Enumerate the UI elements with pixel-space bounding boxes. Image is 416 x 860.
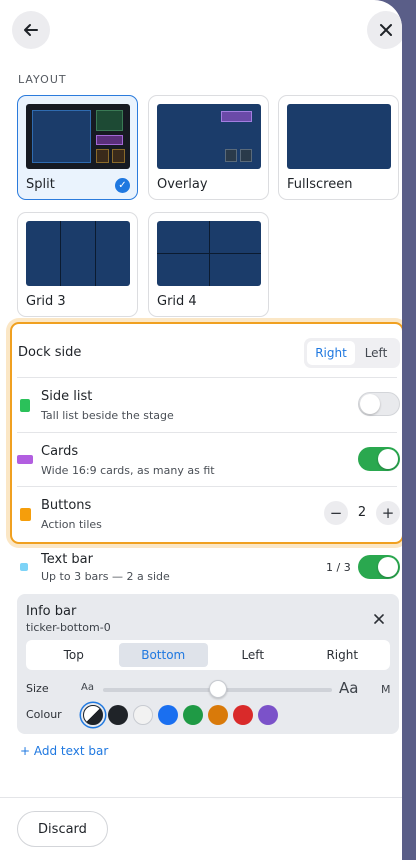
colour-swatch[interactable] — [108, 705, 128, 725]
text-bar-color-swatch — [20, 563, 28, 571]
info-bar-title: Info bar — [26, 604, 77, 619]
layout-option-split[interactable]: Split ✓ — [17, 95, 138, 200]
buttons-color-swatch — [20, 508, 31, 521]
grid-3-thumbnail — [26, 221, 130, 286]
layout-option-label: Fullscreen — [287, 177, 353, 192]
buttons-count: 2 — [357, 505, 367, 520]
layout-option-label: Grid 3 — [26, 294, 66, 309]
fullscreen-thumbnail — [287, 104, 391, 169]
size-value: M — [381, 683, 391, 696]
text-bar-subtitle: Up to 3 bars — 2 a side — [41, 570, 170, 583]
dock-settings-group: Dock side Right Left Side list Tall list… — [10, 322, 402, 544]
colour-swatch-auto[interactable] — [83, 705, 103, 725]
dock-side-label: Dock side — [18, 345, 82, 360]
colour-swatch[interactable] — [208, 705, 228, 725]
text-bar-count: 1 / 3 — [326, 561, 351, 574]
check-icon: ✓ — [115, 178, 130, 193]
dock-side-toggle: Right Left — [304, 338, 400, 368]
grid-4-thumbnail — [157, 221, 261, 286]
colour-swatch[interactable] — [258, 705, 278, 725]
size-label: Size — [26, 682, 49, 695]
layout-option-grid-3[interactable]: Grid 3 — [17, 212, 138, 317]
layout-option-fullscreen[interactable]: Fullscreen — [278, 95, 399, 200]
buttons-subtitle: Action tiles — [41, 518, 102, 531]
colour-label: Colour — [26, 708, 62, 721]
layout-option-overlay[interactable]: Overlay — [148, 95, 269, 200]
size-slider-thumb[interactable] — [208, 680, 227, 698]
cards-color-swatch — [17, 455, 33, 464]
buttons-title: Buttons — [41, 498, 92, 513]
layout-option-label: Grid 4 — [157, 294, 197, 309]
position-left[interactable]: Left — [208, 643, 298, 667]
position-right[interactable]: Right — [298, 643, 388, 667]
size-small-icon: Aa — [81, 682, 94, 693]
dock-side-right[interactable]: Right — [307, 341, 355, 365]
layout-option-label: Split — [26, 177, 55, 192]
colour-swatch[interactable] — [183, 705, 203, 725]
layout-option-grid-4[interactable]: Grid 4 — [148, 212, 269, 317]
section-label: LAYOUT — [18, 73, 67, 86]
arrow-left-icon — [24, 24, 38, 36]
divider — [17, 432, 397, 433]
text-bar-title: Text bar — [41, 552, 93, 567]
divider — [17, 486, 397, 487]
footer-divider — [0, 797, 402, 798]
side-list-color-swatch — [20, 399, 30, 412]
cards-toggle[interactable] — [358, 447, 400, 471]
position-bottom[interactable]: Bottom — [118, 643, 208, 667]
dock-side-left[interactable]: Left — [355, 341, 397, 365]
colour-swatch[interactable] — [158, 705, 178, 725]
x-icon — [374, 614, 384, 624]
position-top[interactable]: Top — [29, 643, 119, 667]
size-large-icon: Aa — [339, 679, 359, 697]
colour-swatch[interactable] — [233, 705, 253, 725]
cards-title: Cards — [41, 444, 79, 459]
add-text-bar-link[interactable]: + Add text bar — [20, 744, 108, 758]
buttons-decrement-button[interactable]: − — [324, 501, 348, 525]
info-bar-card: Info bar ticker-bottom-0 Top Bottom Left… — [17, 594, 399, 734]
side-list-subtitle: Tall list beside the stage — [41, 409, 174, 422]
colour-swatch[interactable] — [133, 705, 153, 725]
text-bar-toggle[interactable] — [358, 555, 400, 579]
position-selector: Top Bottom Left Right — [26, 640, 390, 670]
cards-subtitle: Wide 16:9 cards, as many as fit — [41, 464, 215, 477]
buttons-increment-button[interactable]: + — [376, 501, 400, 525]
layout-option-label: Overlay — [157, 177, 208, 192]
side-list-title: Side list — [41, 389, 93, 404]
split-thumbnail — [26, 104, 130, 169]
close-button[interactable] — [367, 11, 402, 49]
close-icon — [380, 24, 392, 36]
back-button[interactable] — [12, 11, 50, 49]
side-list-toggle[interactable] — [358, 392, 400, 416]
info-bar-id: ticker-bottom-0 — [26, 621, 111, 634]
overlay-thumbnail — [157, 104, 261, 169]
remove-info-bar-button[interactable] — [373, 610, 385, 629]
layout-panel: LAYOUT Split ✓ Overlay Fullscreen Grid 3… — [0, 0, 402, 860]
divider — [17, 377, 397, 378]
discard-button[interactable]: Discard — [17, 811, 108, 847]
